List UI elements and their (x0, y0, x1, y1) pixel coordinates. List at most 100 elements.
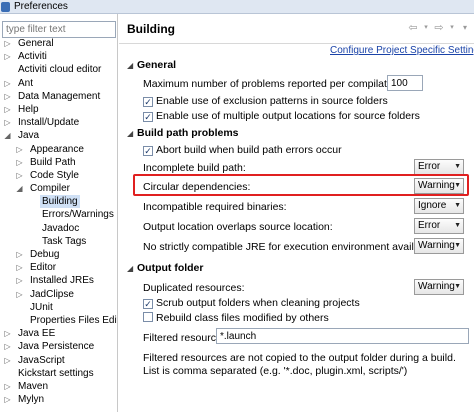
tree-item-label: Editor (30, 262, 57, 274)
tree-item[interactable]: ▷ Java Persistence (0, 340, 117, 353)
tree-item[interactable]: ▷ Ant (0, 77, 117, 90)
tree-item[interactable]: ▷ Appearance (0, 143, 117, 156)
section-general[interactable]: ◢ General (127, 59, 176, 71)
collapsed-arrow-icon[interactable]: ▷ (3, 37, 12, 50)
tree-item[interactable]: ▷ Java EE (0, 327, 117, 340)
collapsed-arrow-icon[interactable]: ▷ (3, 116, 12, 129)
tree-item-label: Activiti (18, 51, 47, 63)
incomplete-build-path-select[interactable]: Error ▼ (414, 159, 464, 175)
rebuild-class-files-checkbox[interactable]: Rebuild class files modified by others (143, 312, 329, 325)
collapsed-arrow-icon[interactable]: ▷ (3, 340, 12, 353)
collapsed-arrow-icon[interactable]: ▷ (3, 77, 12, 90)
tree-item-label: Debug (30, 249, 60, 260)
exclusion-patterns-checkbox[interactable]: ✓ Enable use of exclusion patterns in sou… (143, 95, 388, 108)
filtered-resources-input[interactable] (216, 328, 469, 344)
tree-item[interactable]: ▷ JavaScript (0, 354, 117, 367)
preferences-tree: ▷ General ▷ Activiti Activiti cloud editor ▷ A… (0, 37, 117, 406)
tree-item[interactable]: Properties Files Edito (0, 314, 117, 327)
tree-item[interactable]: Activiti cloud editor (0, 63, 117, 76)
tree-item[interactable]: Task Tags (0, 235, 117, 248)
tree-item[interactable]: ▷ Help (0, 103, 117, 116)
page-title: Building (127, 22, 175, 36)
tree-item[interactable]: ▷ Install/Update (0, 116, 117, 129)
tree-item[interactable]: ▷ Maven (0, 380, 117, 393)
filter-input[interactable] (2, 21, 116, 38)
collapsed-arrow-icon[interactable]: ▷ (15, 156, 24, 169)
duplicated-resources-label: Duplicated resources: (143, 282, 245, 294)
forward-arrow-icon[interactable]: ⇨ (432, 22, 446, 34)
rebuild-class-files-label: Rebuild class files modified by others (156, 312, 329, 324)
select-value: Warning (418, 180, 455, 191)
configure-project-specific-link[interactable]: Configure Project Specific Settings... (330, 45, 474, 56)
tree-item[interactable]: ▷ Data Management (0, 90, 117, 103)
collapsed-arrow-icon[interactable]: ▷ (3, 103, 12, 116)
section-general-title: General (137, 59, 177, 71)
scrub-output-checkbox[interactable]: ✓ Scrub output folders when cleaning proj… (143, 297, 360, 310)
tree-item[interactable]: ▷ Installed JREs (0, 274, 117, 287)
tree-item-label: Building (40, 195, 80, 209)
title-bar: Preferences (0, 0, 474, 14)
collapsed-arrow-icon[interactable]: ▷ (3, 327, 12, 340)
collapsed-arrow-icon[interactable]: ▷ (3, 50, 12, 63)
tree-item[interactable]: ▷ Editor (0, 261, 117, 274)
collapsed-arrow-icon[interactable]: ▷ (3, 380, 12, 393)
forward-dropdown-icon[interactable]: ▾ (445, 22, 459, 34)
tree-item-label: Build Path (30, 156, 76, 168)
abort-build-checkbox[interactable]: ✓ Abort build when build path errors occu… (143, 144, 342, 157)
incompatible-binaries-select[interactable]: Ignore ▼ (414, 198, 464, 214)
chevron-down-icon: ▼ (454, 202, 461, 209)
collapsed-arrow-icon[interactable]: ▷ (3, 90, 12, 103)
preferences-sidebar: ▷ General ▷ ActivitiActiviti cloud editor ▷ A… (0, 14, 118, 412)
collapsed-arrow-icon[interactable]: ▷ (15, 248, 24, 261)
tree-item[interactable]: Kickstart settings (0, 367, 117, 380)
tree-item[interactable]: ▷ Mylyn (0, 393, 117, 406)
tree-item-label: Java EE (18, 328, 56, 340)
no-compatible-jre-select[interactable]: Warning ▼ (414, 238, 464, 254)
circular-dependencies-select[interactable]: Warning ▼ (414, 178, 464, 194)
tree-item[interactable]: ▷ Debug (0, 248, 117, 261)
duplicated-resources-select[interactable]: Warning ▼ (414, 279, 464, 295)
circular-dependencies-label: Circular dependencies: (143, 181, 251, 193)
tree-item[interactable]: ▷ Build Path (0, 156, 117, 169)
tree-item[interactable]: Errors/Warnings (0, 208, 117, 221)
output-overlap-select[interactable]: Error ▼ (414, 218, 464, 234)
collapsed-arrow-icon[interactable]: ▷ (15, 261, 24, 274)
tree-item[interactable]: Building (0, 195, 117, 209)
select-value: Ignore (418, 200, 447, 211)
checkbox-checked-icon: ✓ (143, 299, 153, 309)
collapsed-arrow-icon[interactable]: ▷ (3, 354, 12, 367)
tree-item[interactable]: ▷ Code Style (0, 169, 117, 182)
tree-item-label: Errors/Warnings (42, 209, 114, 221)
tree-item-label: JadClipse (30, 288, 74, 300)
section-build-path[interactable]: ◢ Build path problems (127, 127, 239, 139)
back-arrow-icon[interactable]: ⇦ (406, 22, 420, 34)
no-compatible-jre-label: No strictly compatible JRE for execution… (143, 241, 437, 253)
collapsed-arrow-icon[interactable]: ▷ (15, 169, 24, 182)
tree-item[interactable]: ▷ General (0, 37, 117, 50)
tree-item[interactable]: ▷ JadClipse (0, 288, 117, 301)
expanded-arrow-icon[interactable]: ◢ (3, 129, 12, 142)
tree-item[interactable]: Javadoc (0, 222, 117, 235)
tree-item-label: JavaScript (18, 354, 65, 366)
abort-build-label: Abort build when build path errors occur (156, 144, 342, 156)
collapsed-arrow-icon[interactable]: ▷ (3, 393, 12, 406)
select-value: Warning (418, 281, 455, 292)
tree-item[interactable]: ◢ Java (0, 129, 117, 142)
tree-item[interactable]: ▷ Activiti (0, 50, 117, 63)
multiple-output-checkbox[interactable]: ✓ Enable use of multiple output locations… (143, 110, 420, 123)
tree-item[interactable]: ◢ Compiler (0, 182, 117, 195)
collapsed-arrow-icon[interactable]: ▷ (15, 288, 24, 301)
tree-item[interactable]: JUnit (0, 301, 117, 314)
max-problems-input[interactable] (387, 75, 423, 91)
collapse-icon: ◢ (127, 264, 134, 273)
chevron-down-icon: ▼ (454, 283, 461, 290)
collapsed-arrow-icon[interactable]: ▷ (15, 143, 24, 156)
tree-item-label: Code Style (30, 169, 79, 181)
section-output-folder[interactable]: ◢ Output folder (127, 262, 204, 274)
view-menu-icon[interactable]: ▾ (458, 22, 472, 34)
collapsed-arrow-icon[interactable]: ▷ (15, 274, 24, 287)
back-dropdown-icon[interactable]: ▾ (419, 22, 433, 34)
expanded-arrow-icon[interactable]: ◢ (15, 182, 24, 195)
tree-item-label: Compiler (30, 183, 71, 195)
section-build-path-title: Build path problems (137, 127, 239, 139)
